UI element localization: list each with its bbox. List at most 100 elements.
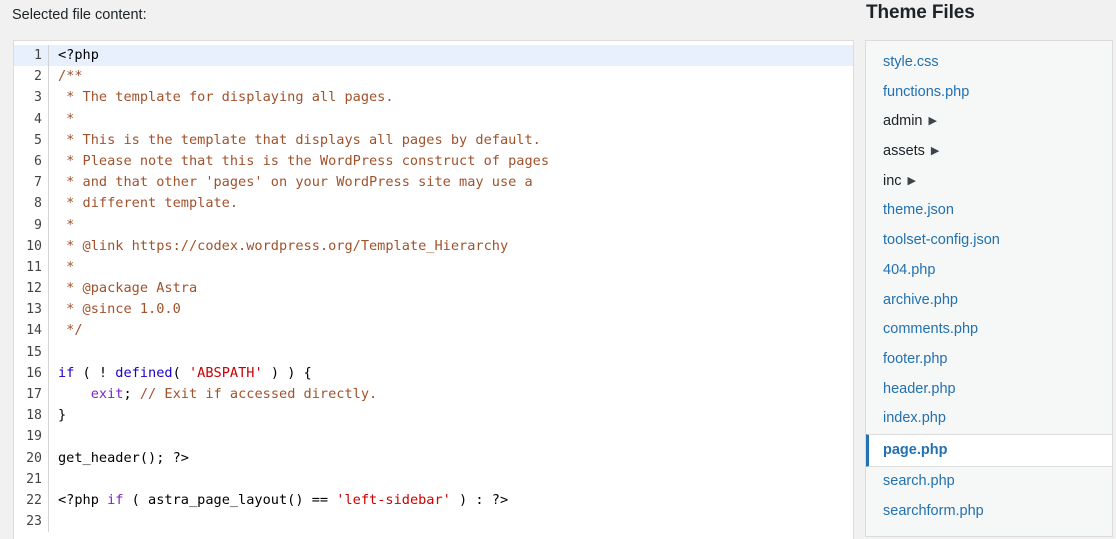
code-line-text: <?php (49, 45, 853, 67)
line-number: 14 (14, 320, 49, 342)
line-number: 18 (14, 405, 49, 427)
code-line-text: * This is the template that displays all… (49, 129, 853, 151)
theme-file-label: searchform.php (883, 502, 984, 519)
theme-file-item[interactable]: archive.php (866, 286, 1112, 316)
code-line-text: * different template. (49, 193, 853, 215)
theme-file-item[interactable]: 404.php (866, 256, 1112, 286)
code-line: 15 (14, 341, 853, 363)
line-number: 2 (14, 66, 49, 88)
code-token-plain: ( ! (74, 364, 116, 381)
code-line-text: <?php if ( astra_page_layout() == 'left-… (49, 489, 853, 512)
line-number: 1 (14, 45, 49, 67)
code-editor-pane[interactable]: 1 <?php 2 /** 3 * The template for displayin… (13, 40, 854, 539)
code-line: 8 * different template. (14, 193, 853, 215)
code-token-str: 'left-sidebar' (336, 491, 451, 508)
theme-file-item[interactable]: comments.php (866, 315, 1112, 345)
code-line: 3 * The template for displaying all page… (14, 87, 853, 109)
code-line: 1 <?php (14, 45, 853, 67)
chevron-right-icon[interactable]: ▶ (929, 107, 937, 137)
theme-file-label: index.php (883, 410, 946, 427)
code-token-com: * @since 1.0.0 (58, 301, 181, 318)
theme-file-label: 404.php (883, 261, 936, 278)
line-number: 4 (14, 108, 49, 130)
line-number: 20 (14, 447, 49, 469)
code-token-kw: defined (115, 364, 173, 381)
code-token-com: * @package Astra (58, 280, 198, 297)
code-line-text: get_header(); ?> (49, 447, 853, 469)
line-number: 19 (14, 426, 49, 448)
code-token-com: */ (58, 322, 83, 339)
code-token-plain: ( astra_page_layout() == (123, 491, 337, 508)
code-token-com: * @link https://codex.wordpress.org/Temp… (58, 237, 509, 254)
line-number: 12 (14, 278, 49, 300)
theme-file-label: comments.php (883, 321, 979, 338)
theme-file-label: search.php (883, 472, 955, 489)
code-line-text: exit; // Exit if accessed directly. (49, 384, 853, 406)
theme-file-label: toolset-config.json (883, 232, 1000, 249)
theme-file-label: header.php (883, 380, 956, 397)
code-token-plain: ) : ?> (450, 491, 509, 508)
theme-file-item[interactable]: assets ▶ (866, 137, 1112, 167)
code-line: 9 * (14, 214, 853, 236)
theme-file-item[interactable]: inc ▶ (866, 167, 1112, 197)
line-number: 7 (14, 172, 49, 194)
code-line: 14 */ (14, 320, 853, 342)
code-line: 18} (14, 405, 853, 427)
code-token-com: * different template. (58, 195, 239, 212)
line-number: 21 (14, 468, 49, 490)
code-token-plain: ; (123, 386, 140, 402)
line-number: 3 (14, 87, 49, 109)
code-token-com: /** (58, 68, 83, 85)
line-number: 17 (14, 384, 49, 406)
line-number: 15 (14, 341, 49, 363)
theme-file-item[interactable]: header.php (866, 375, 1112, 405)
theme-file-item[interactable]: index.php (866, 404, 1112, 434)
theme-file-item[interactable]: toolset-config.json (866, 226, 1112, 256)
code-line-text: * @since 1.0.0 (49, 299, 853, 321)
code-line: 23 (14, 511, 853, 533)
code-token-com: * (58, 258, 75, 275)
chevron-right-icon[interactable]: ▶ (931, 137, 939, 167)
code-line-text: * (49, 214, 853, 236)
code-line: 16 if ( ! defined( 'ABSPATH' ) ) { (14, 362, 853, 385)
code-line: 10 * @link https://codex.wordpress.org/T… (14, 235, 853, 257)
theme-file-item[interactable]: searchform.php (866, 497, 1112, 527)
line-number: 6 (14, 150, 49, 173)
code-token-com: * and that other 'pages' on your WordPre… (58, 174, 533, 191)
theme-file-item[interactable]: functions.php (866, 78, 1112, 108)
code-line: 6 * Please note that this is the WordPre… (14, 150, 853, 173)
code-token-plain: <?php (58, 491, 108, 508)
line-number: 16 (14, 362, 49, 385)
code-line: 11 * (14, 256, 853, 279)
theme-file-label: footer.php (883, 350, 948, 367)
theme-file-item[interactable]: theme.json (866, 196, 1112, 226)
code-token-kw: if (58, 364, 75, 381)
code-line-container: 1 <?php 2 /** 3 * The template for displayin… (14, 45, 853, 533)
code-token-plain: get_header(); ?> (58, 449, 189, 466)
theme-file-label: theme.json (883, 202, 954, 219)
code-line-text: * (49, 256, 853, 279)
theme-file-list: style.css functions.php admin ▶ assets ▶ inc ▶ t… (866, 41, 1112, 526)
theme-file-label: inc (883, 172, 902, 189)
theme-file-item-selected[interactable]: page.php (866, 433, 1112, 467)
theme-file-label: functions.php (883, 83, 970, 100)
theme-file-item[interactable]: style.css (866, 48, 1112, 78)
theme-file-item[interactable]: search.php (866, 467, 1112, 497)
code-line: 20 get_header(); ?> (14, 447, 853, 469)
code-line-text: * The template for displaying all pages. (49, 87, 853, 109)
code-line-text: * and that other 'pages' on your WordPre… (49, 172, 853, 194)
theme-files-heading: Theme Files (866, 2, 975, 23)
theme-file-label: admin (883, 113, 923, 130)
chevron-right-icon[interactable]: ▶ (908, 167, 916, 197)
code-token-plain: } (58, 407, 67, 424)
theme-file-item[interactable]: admin ▶ (866, 107, 1112, 137)
header-bar: Selected file content: Theme Files (0, 0, 1116, 40)
code-line: 22 <?php if ( astra_page_layout() == 'lef… (14, 489, 853, 512)
code-line: 5 * This is the template that displays a… (14, 129, 853, 151)
code-line-text: * (49, 108, 853, 130)
code-token-plain: ( (172, 364, 189, 381)
code-line-text: */ (49, 320, 853, 342)
code-line-text: } (49, 405, 853, 427)
theme-file-item[interactable]: footer.php (866, 345, 1112, 375)
